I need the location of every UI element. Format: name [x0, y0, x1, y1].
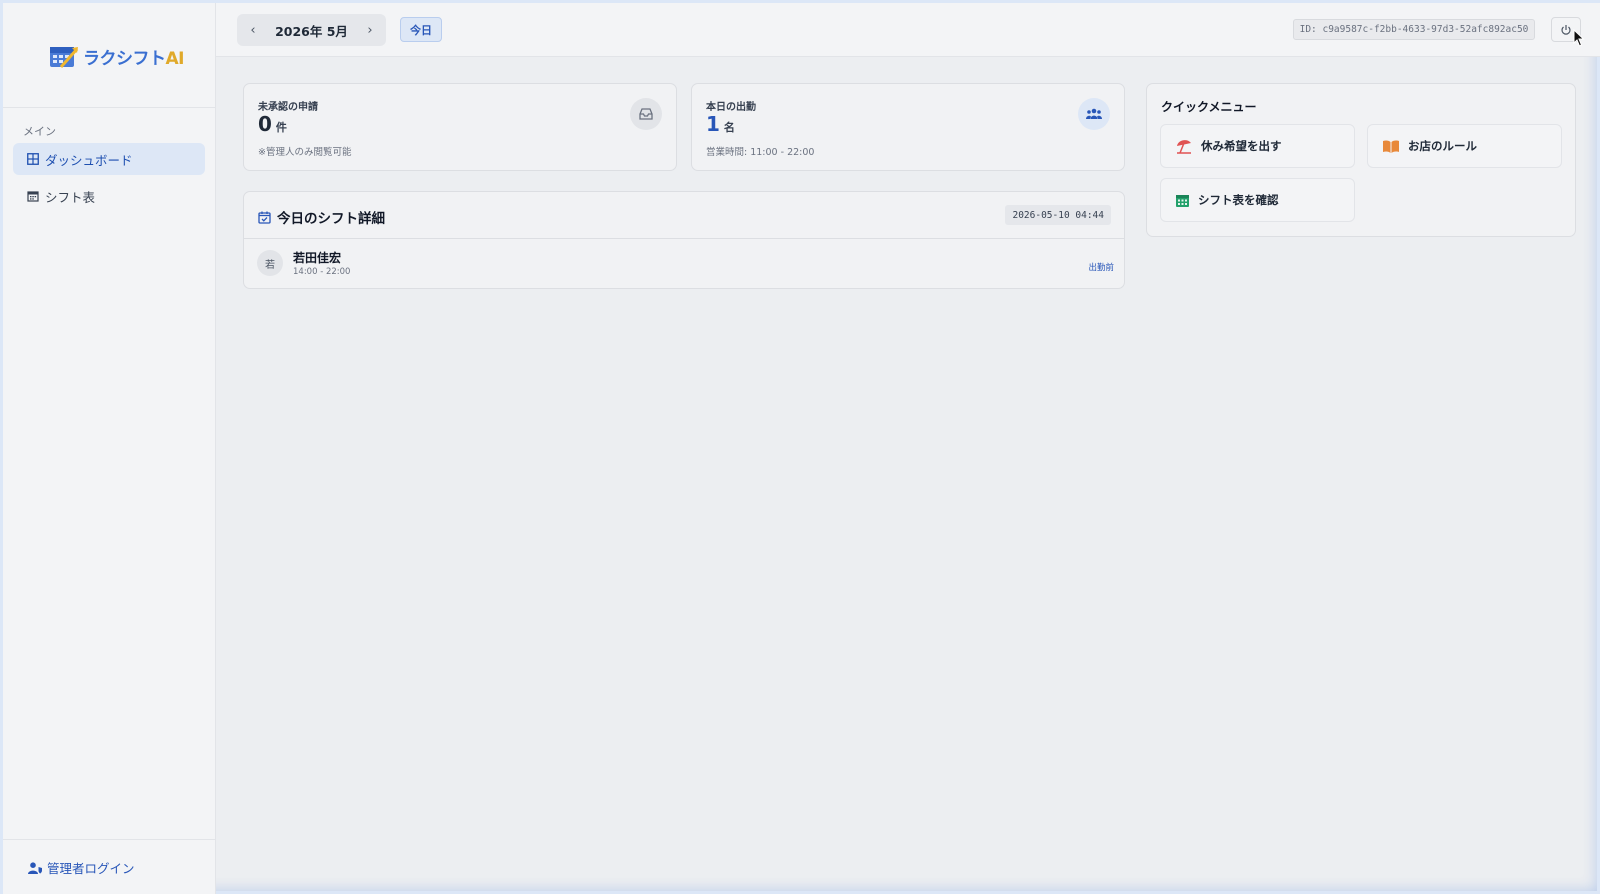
request-day-off-label: 休み希望を出す: [1201, 139, 1282, 153]
sidebar-item-label: ダッシュボード: [45, 152, 133, 168]
attendance-card: 本日の出勤 1 名 営業時間: 11:00 - 22:00: [691, 83, 1125, 171]
status-badge: 出勤前: [1088, 263, 1114, 273]
calendar-logo-icon: [50, 47, 79, 68]
sidebar-item-dashboard[interactable]: ダッシュボード: [13, 143, 205, 175]
check-shift-table-label: シフト表を確認: [1198, 193, 1279, 207]
pending-note: ※管理人のみ閲覧可能: [258, 147, 352, 158]
today-shift-title-group: 今日のシフト詳細: [258, 207, 385, 227]
today-shift-title: 今日のシフト詳細: [277, 211, 385, 227]
month-navigator: ‹ 2026年 5月 ›: [237, 14, 386, 46]
umbrella-beach-icon: [1177, 139, 1191, 154]
attendance-unit: 名: [723, 121, 735, 134]
check-shift-table-button[interactable]: シフト表を確認: [1160, 178, 1355, 222]
attendance-count: 1: [706, 112, 720, 136]
month-label: 2026年 5月: [275, 23, 348, 39]
attendance-value-group: 1 名: [706, 112, 735, 136]
sidebar-divider: [3, 107, 215, 108]
pending-value-group: 0 件: [258, 112, 287, 136]
pending-title: 未承認の申請: [258, 102, 318, 113]
inbox-icon: [630, 98, 662, 130]
today-shift-card: 今日のシフト詳細 2026-05-10 04:44 若 若田佳宏 14:00 -…: [243, 191, 1125, 289]
app-logo[interactable]: ラクシフトAI: [49, 41, 184, 71]
pending-unit: 件: [275, 121, 287, 134]
business-hours-note: 営業時間: 11:00 - 22:00: [706, 147, 815, 158]
mouse-cursor-icon: [1573, 29, 1585, 47]
admin-login-link[interactable]: 管理者ログイン: [28, 858, 135, 877]
session-id-badge: ID: c9a9587c-f2bb-4633-97d3-52afc892ac50: [1293, 19, 1535, 40]
app-logo-text: ラクシフトAI: [83, 48, 184, 69]
sidebar-section-label: メイン: [23, 125, 56, 138]
top-header: ‹ 2026年 5月 › 今日 ID: c9a9587c-f2bb-4633-9…: [216, 3, 1600, 57]
pending-count: 0: [258, 112, 272, 136]
grid-icon: [27, 153, 39, 165]
staff-name: 若田佳宏: [293, 251, 342, 265]
user-shield-icon: [28, 861, 42, 874]
next-month-button[interactable]: ›: [364, 23, 376, 38]
store-rules-button[interactable]: お店のルール: [1367, 124, 1562, 168]
shift-timestamp: 2026-05-10 04:44: [1005, 205, 1111, 225]
request-day-off-button[interactable]: 休み希望を出す: [1160, 124, 1355, 168]
book-icon: [1383, 139, 1399, 153]
store-rules-label: お店のルール: [1408, 139, 1477, 153]
admin-login-label: 管理者ログイン: [47, 861, 135, 876]
calendar-icon: [1176, 194, 1189, 207]
sidebar: ラクシフトAI メイン ダッシュボード シフト表 管理者ログイン: [3, 3, 216, 894]
attendance-title: 本日の出勤: [706, 102, 756, 113]
staff-shift-time: 14:00 - 22:00: [293, 267, 351, 277]
calendar-check-icon: [258, 211, 271, 224]
quick-menu-title: クイックメニュー: [1161, 100, 1257, 114]
calendar-icon: [27, 191, 39, 202]
shift-entry-row[interactable]: 若 若田佳宏 14:00 - 22:00 出勤前: [244, 240, 1124, 286]
sidebar-item-label: シフト表: [45, 189, 96, 205]
avatar: 若: [257, 250, 283, 276]
pending-requests-card: 未承認の申請 0 件 ※管理人のみ閲覧可能: [243, 83, 677, 171]
sidebar-divider: [3, 839, 215, 840]
sidebar-item-shift-table[interactable]: シフト表: [13, 180, 205, 212]
power-icon: [1561, 24, 1571, 35]
today-shift-header: 今日のシフト詳細 2026-05-10 04:44: [244, 192, 1124, 239]
today-button[interactable]: 今日: [400, 17, 442, 42]
prev-month-button[interactable]: ‹: [247, 23, 259, 38]
users-icon: [1078, 98, 1110, 130]
app-window: ラクシフトAI メイン ダッシュボード シフト表 管理者ログイン ‹ 2026年…: [0, 0, 1600, 894]
quick-menu-card: クイックメニュー 休み希望を出す お店のルール シフト表を確認: [1146, 83, 1576, 237]
